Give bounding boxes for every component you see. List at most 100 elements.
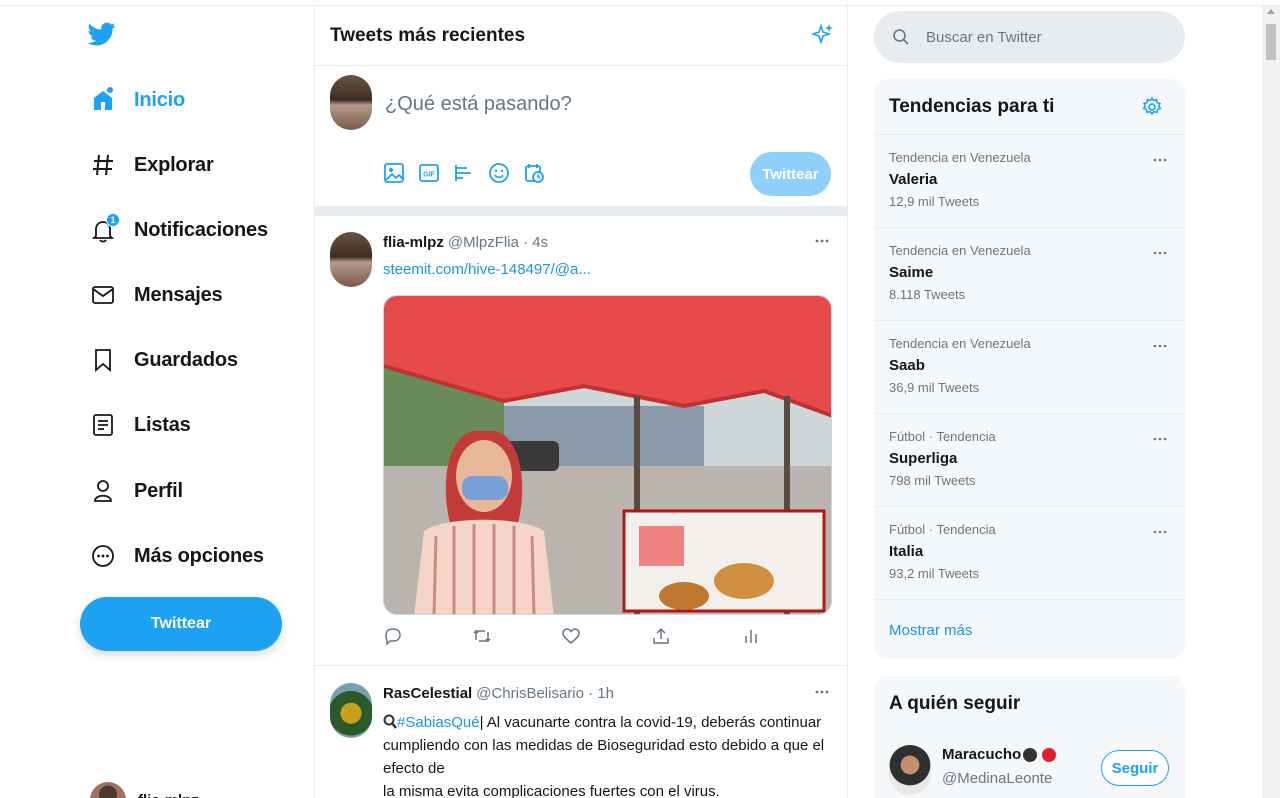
nav-label: Más opciones bbox=[134, 544, 264, 567]
nav-item-guardados[interactable]: Guardados bbox=[80, 336, 238, 384]
nav-item-mas-opciones[interactable]: Más opciones bbox=[80, 532, 264, 580]
envelope-icon bbox=[90, 282, 116, 308]
trend-count: 12,9 mil Tweets bbox=[889, 194, 980, 209]
black-circle-icon bbox=[1023, 747, 1038, 762]
person-icon bbox=[90, 478, 116, 504]
tweet-text-line: cumpliendo con las medidas de Biosegurid… bbox=[383, 737, 825, 777]
trend-count: 8.118 Tweets bbox=[889, 287, 966, 302]
gif-icon[interactable]: GIF bbox=[418, 162, 440, 184]
share-icon[interactable] bbox=[651, 626, 671, 646]
list-icon bbox=[90, 412, 116, 438]
timeline: Tweets más recientes ¿Qué está pasando? … bbox=[314, 6, 848, 798]
more-icon[interactable] bbox=[813, 232, 831, 250]
more-icon[interactable] bbox=[1151, 151, 1169, 169]
search-input[interactable]: Buscar en Twitter bbox=[926, 29, 1042, 46]
gear-icon[interactable] bbox=[1141, 96, 1163, 118]
tweet-author-handle[interactable]: @MlpzFlia · 4s bbox=[448, 234, 548, 251]
tweet-author-handle[interactable]: @ChrisBelisario · 1h bbox=[476, 685, 614, 702]
compose-tweet-button[interactable]: Twittear bbox=[750, 152, 831, 196]
poll-icon[interactable] bbox=[453, 162, 475, 184]
trend-count: 36,9 mil Tweets bbox=[889, 380, 980, 395]
like-icon[interactable] bbox=[561, 626, 581, 646]
hashtag-icon bbox=[90, 152, 116, 178]
more-icon[interactable] bbox=[1151, 430, 1169, 448]
show-more-link[interactable]: Mostrar más bbox=[874, 600, 1185, 659]
tweet-author-name[interactable]: RasCelestial bbox=[383, 685, 472, 702]
tweet[interactable]: flia-mlpz @MlpzFlia · 4s steemit.com/hiv… bbox=[315, 216, 847, 666]
account-switcher[interactable]: flia-mlpz bbox=[90, 782, 199, 798]
trend-context: Tendencia en Venezuela bbox=[889, 150, 1031, 165]
timeline-header: Tweets más recientes bbox=[315, 6, 847, 66]
scrollbar[interactable] bbox=[1262, 6, 1280, 798]
nav-label: Mensajes bbox=[134, 283, 223, 306]
nav-label: Guardados bbox=[134, 348, 238, 371]
red-circle-icon bbox=[1042, 747, 1057, 762]
trend-item[interactable]: Tendencia en Venezuela Saime 8.118 Tweet… bbox=[874, 228, 1185, 321]
trend-count: 798 mil Tweets bbox=[889, 473, 976, 488]
tweet-composer: ¿Qué está pasando? GIF Twittear bbox=[315, 67, 847, 207]
trend-item[interactable]: Fútbol · Tendencia Italia 93,2 mil Tweet… bbox=[874, 507, 1185, 600]
nav-label: Perfil bbox=[134, 479, 183, 502]
tweet-author-name[interactable]: flia-mlpz bbox=[383, 234, 444, 251]
tweet-text-line: | Al vacunarte contra la covid-19, deber… bbox=[479, 714, 822, 731]
more-icon[interactable] bbox=[813, 683, 831, 701]
search-bar[interactable]: Buscar en Twitter bbox=[874, 11, 1185, 63]
notification-badge: 1 bbox=[106, 213, 120, 227]
home-icon bbox=[90, 87, 116, 113]
follow-button[interactable]: Seguir bbox=[1101, 750, 1169, 786]
image-icon[interactable] bbox=[383, 162, 405, 184]
nav-label: Explorar bbox=[134, 153, 214, 176]
reply-icon[interactable] bbox=[383, 626, 403, 646]
trend-name: Valeria bbox=[889, 171, 938, 188]
tweet-link[interactable]: steemit.com/hive-148497/@a... bbox=[383, 261, 591, 278]
nav-item-explorar[interactable]: Explorar bbox=[80, 141, 214, 189]
avatar[interactable] bbox=[889, 745, 931, 795]
analytics-icon[interactable] bbox=[741, 626, 761, 646]
trend-item[interactable]: Fútbol · Tendencia Superliga 798 mil Twe… bbox=[874, 414, 1185, 507]
nav-item-notificaciones[interactable]: 1 Notificaciones bbox=[80, 206, 268, 254]
nav-item-mensajes[interactable]: Mensajes bbox=[80, 271, 223, 319]
trends-title-text: Tendencias para ti bbox=[889, 95, 1055, 117]
nav-label: Notificaciones bbox=[134, 218, 268, 241]
scrollbar-thumb[interactable] bbox=[1266, 24, 1276, 60]
sparkle-icon[interactable] bbox=[811, 22, 835, 46]
tweet-photo[interactable] bbox=[383, 295, 832, 615]
trend-name: Saime bbox=[889, 264, 934, 281]
avatar[interactable] bbox=[330, 232, 372, 287]
bell-icon: 1 bbox=[90, 213, 120, 243]
who-to-follow-title: A quién seguir bbox=[889, 693, 1021, 714]
tweet-actions bbox=[383, 626, 783, 652]
magnifier-emoji-icon bbox=[383, 714, 397, 729]
more-icon[interactable] bbox=[1151, 523, 1169, 541]
schedule-icon[interactable] bbox=[523, 162, 545, 184]
avatar[interactable] bbox=[330, 683, 372, 738]
nav-item-listas[interactable]: Listas bbox=[80, 401, 191, 449]
trend-context: Fútbol · Tendencia bbox=[889, 429, 996, 444]
trend-context: Tendencia en Venezuela bbox=[889, 336, 1031, 351]
nav-label: Inicio bbox=[134, 88, 186, 111]
trends-panel: Tendencias para ti Tendencia en Venezuel… bbox=[874, 79, 1185, 659]
follow-suggestion[interactable]: Maracucho @MedinaLeonte Seguir bbox=[874, 732, 1185, 798]
more-icon[interactable] bbox=[1151, 244, 1169, 262]
scroll-up-icon[interactable] bbox=[1267, 9, 1275, 14]
nav-item-perfil[interactable]: Perfil bbox=[80, 467, 183, 515]
tweet-header: RasCelestial @ChrisBelisario · 1h bbox=[383, 685, 614, 702]
tweet-text-line: la misma evita complicaciones fuertes co… bbox=[383, 783, 720, 798]
tweet-text: #SabiasQué| Al vacunarte contra la covid… bbox=[383, 711, 838, 798]
compose-input[interactable]: ¿Qué está pasando? bbox=[385, 93, 572, 116]
hashtag-link[interactable]: #SabiasQué bbox=[397, 714, 480, 731]
nav-item-inicio[interactable]: Inicio bbox=[80, 76, 185, 124]
tweet[interactable]: RasCelestial @ChrisBelisario · 1h #Sabia… bbox=[315, 667, 847, 798]
avatar[interactable] bbox=[330, 75, 372, 130]
tweet-button[interactable]: Twittear bbox=[80, 597, 282, 651]
retweet-icon[interactable] bbox=[472, 626, 492, 646]
trends-title: Tendencias para ti bbox=[874, 79, 1185, 135]
avatar bbox=[90, 782, 126, 798]
trend-item[interactable]: Tendencia en Venezuela Valeria 12,9 mil … bbox=[874, 135, 1185, 228]
trend-item[interactable]: Tendencia en Venezuela Saab 36,9 mil Twe… bbox=[874, 321, 1185, 414]
twitter-logo-icon[interactable] bbox=[88, 20, 116, 48]
more-icon[interactable] bbox=[1151, 337, 1169, 355]
emoji-icon[interactable] bbox=[488, 162, 510, 184]
bookmark-icon bbox=[90, 347, 116, 373]
search-icon bbox=[892, 28, 910, 46]
